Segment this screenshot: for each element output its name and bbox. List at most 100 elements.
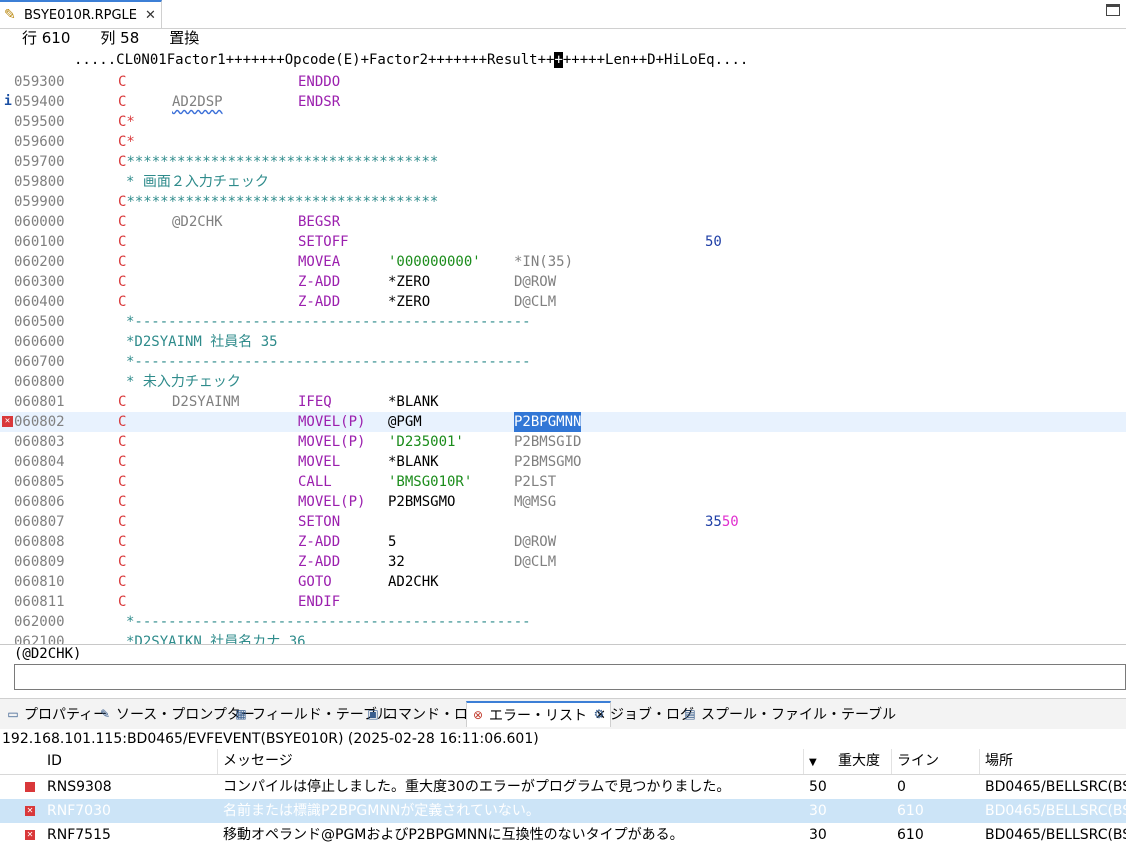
factor2: *BLANK (388, 394, 439, 410)
column-header-location[interactable]: 場所 (979, 749, 1126, 774)
line-number: 060811 (14, 594, 65, 610)
spec-letter: C (118, 274, 127, 290)
line-number: 060400 (14, 294, 65, 310)
opcode: MOVEL(P) (298, 494, 366, 510)
spec-letter: C (118, 254, 127, 270)
code-line[interactable]: 059800 * 画面２入力チェック (0, 172, 1126, 192)
job-icon: ⚙ (593, 706, 605, 721)
gutter (0, 492, 14, 512)
opcode: IFEQ (298, 394, 332, 410)
code-line[interactable]: 060000 C @D2CHK BEGSR (0, 212, 1126, 232)
panel-tab[interactable]: ▣ コマンド・ログ (366, 701, 482, 727)
code-line[interactable]: 060800 * 未入力チェック (0, 372, 1126, 392)
code-line[interactable]: 060809 C Z-ADD 32 D@CLM (0, 552, 1126, 572)
code-line[interactable]: 060400 C Z-ADD *ZERO D@CLM (0, 292, 1126, 312)
panel-tab[interactable]: ⊗ エラー・リスト ✕ (466, 701, 611, 727)
spec-letter: C (118, 234, 127, 250)
panel-tab[interactable]: ▭ プロパティー (6, 701, 107, 727)
code-line[interactable]: 059900 C*********************************… (0, 192, 1126, 212)
gutter (0, 552, 14, 572)
info-marker-icon[interactable]: i (4, 92, 12, 112)
code-line[interactable]: 060805 C CALL 'BMSG010R' P2LST (0, 472, 1126, 492)
code-line[interactable]: 060810 C GOTO AD2CHK (0, 572, 1126, 592)
subroutine-context-label: (@D2CHK) (14, 646, 82, 662)
error-location: BD0465/BELLSRC(BSYE010R) (985, 803, 1126, 819)
error-list-header: ID メッセージ ▼ 重大度 ライン 場所 (0, 749, 1126, 775)
code-line[interactable]: 060804 C MOVEL *BLANK P2BMSGMO (0, 452, 1126, 472)
code-line[interactable]: i 059400 C AD2DSP ENDSR (0, 92, 1126, 112)
code-line[interactable]: 060700 *---------------------------------… (0, 352, 1126, 372)
error-marker-icon[interactable]: ✕ (2, 416, 13, 427)
column-header-line[interactable]: ライン (891, 749, 979, 774)
source-editor[interactable]: 059300 C ENDDO i 059400 C AD2DSP ENDSR 059500 C* 0… (0, 72, 1126, 644)
code-line[interactable]: 059500 C* (0, 112, 1126, 132)
spec-letter: C (118, 474, 127, 490)
line-number: 060200 (14, 254, 65, 270)
code-line[interactable]: 062000 *---------------------------------… (0, 612, 1126, 632)
line-number: 059900 (14, 194, 65, 210)
result-field: P2LST (514, 474, 557, 490)
line-position: 行 610 (22, 29, 71, 47)
code-line[interactable]: ✕ 060802 C MOVEL(P) @PGM P2BPGMNN (0, 412, 1126, 432)
close-tab-icon[interactable]: ✕ (145, 8, 156, 23)
command-prompt-input[interactable] (14, 664, 1126, 690)
opcode: Z-ADD (298, 534, 341, 550)
sort-down-icon: ▼ (809, 757, 817, 768)
code-line[interactable]: 059600 C* (0, 132, 1126, 152)
line-number: 060100 (14, 234, 65, 250)
factor2: *BLANK (388, 454, 439, 470)
opcode: BEGSR (298, 214, 341, 230)
code-line[interactable]: 062100 *D2SYAIKN 社員名カナ 36 (0, 632, 1126, 644)
opcode: CALL (298, 474, 332, 490)
factor2-literal: 'BMSG010R' (388, 474, 473, 490)
gutter (0, 152, 14, 172)
panel-tab[interactable]: ⚙ ジョブ・ログ (592, 701, 694, 727)
opcode: MOVEL(P) (298, 414, 366, 430)
column-header-id[interactable]: ID (42, 749, 217, 774)
code-line[interactable]: 060806 C MOVEL(P) P2BMSGMO M@MSG (0, 492, 1126, 512)
sort-indicator-cell[interactable]: ▼ (803, 749, 833, 774)
stop-icon (25, 782, 35, 792)
gutter (0, 332, 14, 352)
format-ruler: .....CL0N01Factor1+++++++Opcode(E)+Facto… (74, 50, 748, 70)
spec-letter: C (118, 394, 127, 410)
code-line[interactable]: 059700 C*********************************… (0, 152, 1126, 172)
code-line[interactable]: 060811 C ENDIF (0, 592, 1126, 612)
error-id: RNF7030 (47, 803, 111, 819)
table-icon: ▦ (235, 706, 247, 721)
line-number: 059800 (14, 174, 65, 190)
code-line[interactable]: 060100 C SETOFF 50 (0, 232, 1126, 252)
column-header-message[interactable]: メッセージ (217, 749, 803, 774)
result-field: D@ROW (514, 274, 557, 290)
code-line[interactable]: 060500 *---------------------------------… (0, 312, 1126, 332)
code-line[interactable]: 060200 C MOVEA '000000000' *IN(35) (0, 252, 1126, 272)
error-icon: ✕ (25, 806, 35, 816)
code-line[interactable]: 060300 C Z-ADD *ZERO D@ROW (0, 272, 1126, 292)
spec-letter: C (118, 514, 127, 530)
code-line[interactable]: 060600 *D2SYAINM 社員名 35 (0, 332, 1126, 352)
gutter (0, 352, 14, 372)
line-number: 060700 (14, 354, 65, 370)
line-number: 060807 (14, 514, 65, 530)
code-line[interactable]: 060803 C MOVEL(P) 'D235001' P2BMSGID (0, 432, 1126, 452)
panel-tab[interactable]: ▤ スプール・ファイル・テーブル (683, 701, 896, 727)
editor-tab[interactable]: ✎ BSYE010R.RPGLE ✕ (0, 0, 162, 28)
code-line[interactable]: 060808 C Z-ADD 5 D@ROW (0, 532, 1126, 552)
code-line[interactable]: 059300 C ENDDO (0, 72, 1126, 92)
error-row[interactable]: ✕ RNF7515 移動オペランド@PGMおよびP2BPGMNNに互換性のないタイプ… (0, 823, 1126, 847)
error-row[interactable]: ✕ RNF7030 名前または標識P2BPGMNNが定義されていない。 30 610 BD… (0, 799, 1126, 823)
result-field: M@MSG (514, 494, 557, 510)
panel-tab[interactable]: ✎ ソース・プロンプター (98, 701, 255, 727)
gutter (0, 572, 14, 592)
column-header-severity[interactable]: 重大度 (833, 749, 891, 774)
spec-letter: C (118, 534, 127, 550)
factor1: D2SYAINM (172, 394, 240, 410)
maximize-icon[interactable] (1106, 4, 1120, 16)
gutter (0, 272, 14, 292)
line-number: 060810 (14, 574, 65, 590)
selected-result-field: P2BPGMNN (514, 412, 582, 432)
line-number: 060801 (14, 394, 65, 410)
code-line[interactable]: 060807 C SETON 3550 (0, 512, 1126, 532)
code-line[interactable]: 060801 C D2SYAINM IFEQ *BLANK (0, 392, 1126, 412)
error-row[interactable]: RNS9308 コンパイルは停止しました。重大度30のエラーがプログラムで見つかり… (0, 775, 1126, 799)
